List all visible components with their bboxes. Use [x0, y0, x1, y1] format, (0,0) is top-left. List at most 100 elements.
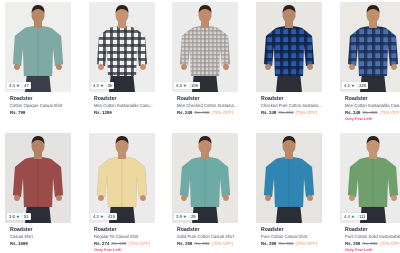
rating-value: 4.3: [93, 83, 99, 88]
product-image[interactable]: 4.2 ★ | 415: [89, 133, 155, 223]
rating-separator: |: [356, 83, 358, 88]
star-icon: ★: [182, 82, 187, 88]
product-price: Rs. 299 Rs. 999 (70% OFF): [177, 241, 233, 246]
product-title[interactable]: Pure Cotton Solid Sustainable: [345, 234, 400, 239]
rating-value: 4.4: [9, 83, 15, 88]
price-current: Rs. 249: [177, 110, 193, 115]
rating-separator: |: [105, 83, 107, 88]
star-icon: ★: [99, 82, 104, 88]
model-photo: [179, 136, 231, 223]
product-card[interactable]: 3.8 ★ | 51 Roadster Casual Shirt Rs. 1599: [5, 133, 71, 253]
product-brand[interactable]: Roadster: [345, 227, 368, 233]
product-title[interactable]: Pure Cotton Casual Shirt: [261, 234, 323, 239]
product-card[interactable]: Roadster Checked Pure Cotton Sustainable …: [256, 2, 323, 122]
rating-count: 228: [358, 83, 366, 88]
product-image[interactable]: 3.9 ★ | 29: [172, 133, 238, 223]
rating-value: 4.2: [93, 214, 99, 219]
rating-badge: 4.2 ★ | 415: [91, 213, 117, 220]
rating-separator: |: [188, 83, 190, 88]
star-icon: ★: [350, 82, 355, 88]
product-brand[interactable]: Roadster: [94, 96, 117, 102]
price-mrp: Rs. 999: [278, 241, 294, 246]
price-mrp: Rs. 999: [194, 241, 210, 246]
price-current: Rs. 274: [94, 241, 110, 246]
rating-count: 29: [190, 214, 196, 219]
product-card[interactable]: 4.3 ★ | 5k Roadster Men Cotton Sustainable Ca…: [89, 2, 156, 122]
product-title[interactable]: Men Cotton Sustainable Casual Shirt: [345, 103, 400, 108]
product-image[interactable]: [256, 133, 322, 223]
product-image[interactable]: 4.2 ★ | 228: [340, 2, 400, 92]
model-photo: [263, 136, 315, 223]
rating-separator: |: [21, 83, 23, 88]
product-brand[interactable]: Roadster: [177, 96, 200, 102]
stock-warning: Only Few Left!: [94, 247, 122, 252]
product-title[interactable]: Regular Fit Casual Shirt: [94, 234, 156, 239]
product-brand[interactable]: Roadster: [345, 96, 368, 102]
product-card[interactable]: 3.9 ★ | 29 Roadster Solid Pure Cotton Casual …: [172, 133, 238, 253]
rating-value: 3.8: [9, 214, 15, 219]
rating-count: 111: [358, 214, 366, 219]
product-image[interactable]: 4.4 ★ | 47: [5, 2, 71, 92]
star-icon: ★: [15, 82, 20, 88]
product-brand[interactable]: Roadster: [10, 227, 33, 233]
product-card[interactable]: Roadster Pure Cotton Casual Shirt Rs. 299 R…: [256, 133, 322, 253]
discount-label: (75% OFF): [379, 110, 400, 115]
rating-count: 106: [190, 83, 198, 88]
rating-value: 4.4: [344, 214, 350, 219]
price-current: Rs. 249: [345, 110, 361, 115]
star-icon: ★: [182, 213, 187, 219]
rating-count: 415: [107, 214, 115, 219]
product-title[interactable]: Men Cotton Sustainable Casual Shirt: [94, 103, 156, 108]
rating-separator: |: [105, 214, 107, 219]
product-card[interactable]: 4.2 ★ | 415 Roadster Regular Fit Casual Shirt…: [89, 133, 155, 253]
price-current: Rs. 799: [10, 110, 26, 115]
product-image[interactable]: [256, 2, 322, 92]
rating-value: 4.3: [176, 83, 182, 88]
discount-label: (70% OFF): [211, 241, 234, 246]
product-price: Rs. 249 Rs. 999 (75% OFF): [177, 110, 233, 115]
product-price: Rs. 299 Rs. 999 (70% OFF): [345, 241, 400, 246]
rating-badge: 4.4 ★ | 111: [342, 213, 368, 220]
price-mrp: Rs. 999: [278, 110, 294, 115]
product-image[interactable]: 3.8 ★ | 51: [5, 133, 71, 223]
product-brand[interactable]: Roadster: [177, 227, 200, 233]
price-current: Rs. 249: [261, 110, 277, 115]
product-title[interactable]: Solid Pure Cotton Casual Shirt: [177, 234, 239, 239]
model-photo: [96, 136, 148, 223]
star-icon: ★: [350, 213, 355, 219]
product-brand[interactable]: Roadster: [261, 96, 284, 102]
product-brand[interactable]: Roadster: [94, 227, 117, 233]
product-brand[interactable]: Roadster: [261, 227, 284, 233]
product-price: Rs. 249 Rs. 999 (75% OFF): [261, 110, 317, 115]
product-title[interactable]: Men Checked Cotton Sustainable Casual: [177, 103, 239, 108]
product-title[interactable]: Cotton Opaque Casual Shirt: [10, 103, 72, 108]
discount-label: (75% OFF): [295, 110, 318, 115]
price-current: Rs. 299: [177, 241, 193, 246]
rating-value: 3.9: [176, 214, 182, 219]
product-brand[interactable]: Roadster: [10, 96, 33, 102]
product-card[interactable]: 4.3 ★ | 106 Roadster Men Checked Cotton Susta…: [172, 2, 239, 122]
product-image[interactable]: 4.3 ★ | 5k: [89, 2, 155, 92]
product-price: Rs. 299 Rs. 999 (70% OFF): [261, 241, 317, 246]
product-price: Rs. 249 Rs. 999 (75% OFF): [345, 110, 400, 115]
product-image[interactable]: 4.4 ★ | 111: [340, 133, 400, 223]
rating-separator: |: [188, 214, 190, 219]
price-current: Rs. 299: [261, 241, 277, 246]
price-mrp: Rs. 999: [194, 110, 210, 115]
price-mrp: Rs. 999: [111, 241, 127, 246]
product-title[interactable]: Checked Pure Cotton Sustainable Casual: [261, 103, 323, 108]
star-icon: ★: [15, 213, 20, 219]
product-card[interactable]: 4.2 ★ | 228 Roadster Men Cotton Sustainable C…: [340, 2, 400, 122]
star-icon: ★: [99, 213, 104, 219]
rating-badge: 3.9 ★ | 29: [174, 213, 198, 220]
product-price: Rs. 1299: [94, 110, 114, 115]
product-card[interactable]: 4.4 ★ | 47 Roadster Cotton Opaque Casual Shir…: [5, 2, 71, 122]
product-card[interactable]: 4.4 ★ | 111 Roadster Pure Cotton Solid Sustai…: [340, 133, 400, 253]
product-price: Rs. 1599: [10, 241, 30, 246]
product-grid: 4.4 ★ | 47 Roadster Cotton Opaque Casual Shir…: [0, 0, 400, 253]
product-image[interactable]: 4.3 ★ | 106: [172, 2, 238, 92]
discount-label: (75% OFF): [211, 110, 234, 115]
product-title[interactable]: Casual Shirt: [10, 234, 72, 239]
rating-badge: 4.3 ★ | 5k: [91, 82, 115, 89]
model-photo: [12, 5, 64, 92]
